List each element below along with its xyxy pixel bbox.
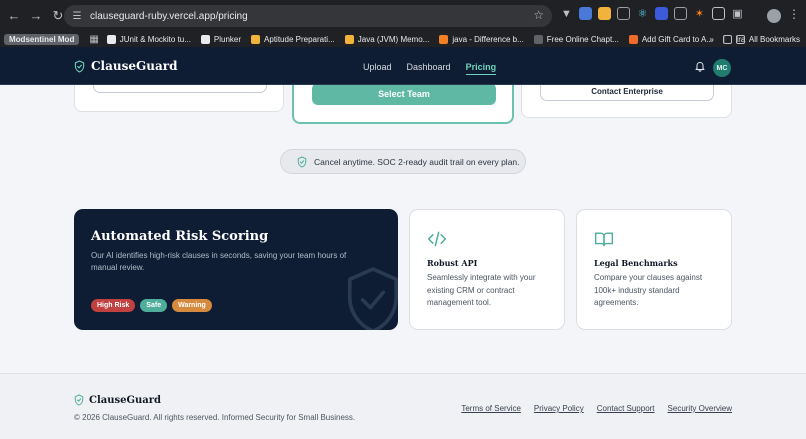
extension-icon[interactable] [712, 7, 725, 20]
bookmark-item[interactable]: JUnit & Mockito tu... [106, 34, 191, 44]
footer-brand-name: ClauseGuard [89, 394, 162, 406]
bookmark-favicon-icon [344, 34, 354, 44]
bookmark-star-icon[interactable]: ☆ [533, 8, 544, 22]
apps-grid-icon[interactable]: ▦ [89, 34, 98, 45]
extensions-puzzle-icon[interactable]: ▣ [731, 7, 744, 20]
feature-card-benchmarks: Legal Benchmarks Compare your clauses ag… [576, 209, 732, 330]
back-icon[interactable]: ← [4, 6, 24, 26]
feature-card-risk-scoring: Automated Risk Scoring Our AI identifies… [74, 209, 398, 330]
shield-check-icon [297, 156, 307, 167]
bookmark-favicon-icon [251, 34, 261, 44]
camera-extension-icon[interactable] [674, 7, 687, 20]
bookmark-favicon-icon [200, 34, 210, 44]
more-bookmarks-button[interactable]: » [709, 35, 713, 44]
footer-links: Terms of Service Privacy Policy Contact … [461, 404, 732, 413]
footer-brand[interactable]: ClauseGuard [74, 394, 161, 406]
main-nav: Upload Dashboard Pricing [363, 62, 497, 75]
shield-check-icon [74, 59, 85, 73]
browser-menu-icon[interactable]: ⋮ [788, 7, 800, 21]
feature-description: Our AI identifies high-risk clauses in s… [91, 251, 347, 272]
bookmarks-bar: Modsentinel Mod ▦ JUnit & Mockito tu... … [0, 31, 806, 47]
react-devtools-icon[interactable]: ⚛ [636, 7, 649, 20]
bookmark-item[interactable]: Java (JVM) Memo... [344, 34, 429, 44]
select-team-button[interactable]: Select Team [312, 83, 496, 105]
code-icon [427, 231, 447, 247]
bell-icon[interactable] [694, 60, 706, 72]
reassurance-badge: Cancel anytime. SOC 2-ready audit trail … [280, 149, 526, 174]
extension-icon[interactable]: ✶ [693, 7, 706, 20]
folder-icon [735, 34, 745, 44]
extension-icon[interactable] [617, 7, 630, 20]
bookmark-favicon-icon [106, 34, 116, 44]
nav-dashboard[interactable]: Dashboard [407, 62, 451, 75]
extension-icon[interactable] [579, 7, 592, 20]
vpn-extension-icon[interactable]: ▼ [560, 7, 573, 20]
address-bar[interactable]: ☰ clauseguard-ruby.vercel.app/pricing ☆ [64, 5, 552, 27]
bookmark-item[interactable]: Plunker [200, 34, 241, 44]
extension-icon[interactable] [655, 7, 668, 20]
site-settings-icon[interactable]: ☰ [70, 9, 84, 23]
bookmark-favicon-icon [439, 34, 449, 44]
user-avatar[interactable]: MC [713, 59, 731, 77]
app-navbar: ClauseGuard Upload Dashboard Pricing MC [0, 47, 806, 85]
feature-description: Compare your clauses against 100k+ indus… [594, 273, 703, 307]
brand-logo[interactable]: ClauseGuard [74, 59, 177, 73]
bookmark-item[interactable]: Add Gift Card to A... [628, 34, 713, 44]
site-footer: ClauseGuard © 2026 ClauseGuard. All righ… [0, 373, 806, 439]
terms-link[interactable]: Terms of Service [461, 404, 521, 413]
profile-avatar-icon[interactable] [767, 9, 781, 23]
warning-badge: Warning [172, 299, 212, 312]
nav-pricing[interactable]: Pricing [465, 62, 497, 75]
privacy-link[interactable]: Privacy Policy [534, 404, 584, 413]
support-link[interactable]: Contact Support [597, 404, 655, 413]
bookmark-item[interactable]: Modsentinel Mod [4, 33, 80, 45]
bookmark-item[interactable]: Aptitude Preparati... [251, 34, 335, 44]
copyright-text: © 2026 ClauseGuard. All rights reserved.… [74, 413, 356, 422]
feature-card-api: Robust API Seamlessly integrate with you… [409, 209, 565, 330]
bookmark-item[interactable]: Free Online Chapt... [533, 34, 619, 44]
browser-toolbar: ← → ↻ ☰ clauseguard-ruby.vercel.app/pric… [0, 0, 806, 31]
divider: | [723, 34, 726, 44]
safe-badge: Safe [140, 299, 168, 312]
extensions-bar: ▼ ⚛ ✶ ▣ [560, 7, 744, 20]
reassurance-text: Cancel anytime. SOC 2-ready audit trail … [314, 156, 520, 167]
feature-title: Robust API [427, 258, 478, 268]
bookmarks-bar-right: » | All Bookmarks [709, 31, 800, 47]
security-link[interactable]: Security Overview [668, 404, 732, 413]
all-bookmarks-button[interactable]: All Bookmarks [735, 34, 800, 44]
feature-title: Automated Risk Scoring [91, 229, 269, 244]
brand-name: ClauseGuard [91, 59, 178, 73]
bookmark-favicon-icon [533, 34, 543, 44]
extension-icon[interactable] [598, 7, 611, 20]
feature-description: Seamlessly integrate with your existing … [427, 273, 536, 307]
shield-check-icon [74, 394, 84, 406]
book-open-icon [594, 232, 614, 247]
feature-title: Legal Benchmarks [594, 258, 678, 268]
bookmark-item[interactable]: java - Difference b... [439, 34, 524, 44]
high-risk-badge: High Risk [91, 299, 136, 312]
bookmark-favicon-icon [628, 34, 638, 44]
url-text: clauseguard-ruby.vercel.app/pricing [90, 10, 248, 22]
shield-check-watermark-icon [347, 267, 398, 330]
forward-icon[interactable]: → [26, 6, 46, 26]
nav-upload[interactable]: Upload [363, 62, 392, 75]
risk-level-chips: High Risk Safe Warning [91, 299, 212, 312]
